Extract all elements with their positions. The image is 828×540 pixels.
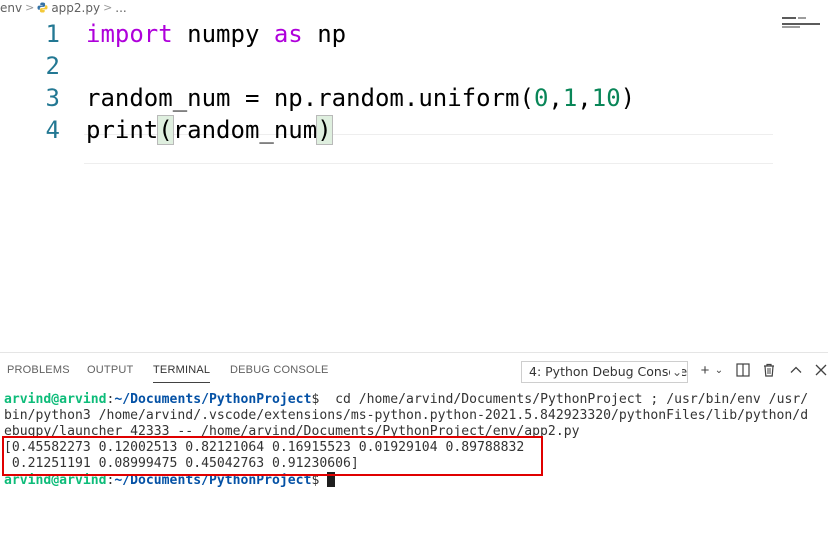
chevron-right-icon: >	[25, 1, 35, 14]
code-token: print	[86, 116, 159, 144]
close-icon[interactable]	[813, 363, 828, 379]
terminal-line: bin/python3 /home/arvind/.vscode/extensi…	[4, 408, 809, 423]
prompt-path: ~/Documents/PythonProject	[114, 392, 312, 407]
code-token: np	[302, 20, 347, 48]
terminal-line: arvind@arvind:~/Documents/PythonProject$…	[4, 392, 828, 408]
panel-tabs: PROBLEMS OUTPUT TERMINAL DEBUG CONSOLE 4…	[0, 353, 828, 389]
code-token: 10	[591, 84, 621, 112]
terminal-select-value: 4: Python Debug Console	[529, 364, 688, 379]
line-number: 4	[45, 116, 60, 144]
code-line[interactable]: 1 import numpy as np	[0, 18, 828, 50]
command-text: cd /home/arvind/Documents/PythonProject …	[319, 392, 809, 407]
code-token: (	[157, 115, 174, 145]
code-text: random_num = np.random.uniform(0,1,10)	[86, 82, 635, 114]
code-token: ,	[577, 84, 592, 112]
python-file-icon	[37, 2, 48, 13]
chevron-up-icon[interactable]	[788, 363, 804, 379]
code-token: )	[316, 115, 333, 145]
code-token: numpy	[172, 20, 274, 48]
code-line[interactable]: 2	[0, 50, 828, 82]
tab-output[interactable]: OUTPUT	[87, 364, 133, 382]
code-token: ,	[548, 84, 563, 112]
breadcrumb-more[interactable]: ...	[115, 0, 126, 16]
tab-terminal[interactable]: TERMINAL	[153, 364, 211, 383]
code-token: random_num	[172, 116, 318, 144]
terminal-select[interactable]: 4: Python Debug Console ⌄	[521, 361, 688, 383]
code-token: 0	[533, 84, 549, 112]
trash-icon[interactable]	[761, 363, 777, 379]
breadcrumb: env > app2.py >...	[0, 0, 127, 16]
chevron-down-icon[interactable]: ⌄	[711, 363, 727, 379]
code-line[interactable]: 4 print(random_num)	[0, 114, 828, 146]
code-token: 1	[562, 84, 578, 112]
code-token: )	[620, 84, 636, 112]
chevron-right-icon: >	[103, 1, 113, 14]
code-text: import numpy as np	[86, 18, 346, 50]
chevron-down-icon: ⌄	[669, 362, 682, 382]
tab-problems[interactable]: PROBLEMS	[7, 364, 70, 382]
line-number: 3	[45, 84, 60, 112]
code-token: as	[273, 20, 303, 48]
output-highlight-box	[2, 436, 543, 476]
code-text: print(random_num)	[86, 114, 333, 146]
prompt-user: arvind@arvind	[4, 392, 107, 407]
breadcrumb-folder[interactable]: env	[0, 0, 22, 16]
line-number: 2	[45, 52, 60, 80]
code-line[interactable]: 3 random_num = np.random.uniform(0,1,10)	[0, 82, 828, 114]
code-token: import	[86, 20, 173, 48]
line-number: 1	[45, 20, 60, 48]
split-icon[interactable]	[735, 363, 751, 379]
tab-debug-console[interactable]: DEBUG CONSOLE	[230, 364, 329, 382]
breadcrumb-file[interactable]: app2.py	[51, 0, 100, 16]
code-token: random_num = np.random.uniform(	[86, 84, 534, 112]
code-editor[interactable]: 1 import numpy as np 2 3 random_num = np.ran…	[0, 18, 828, 348]
